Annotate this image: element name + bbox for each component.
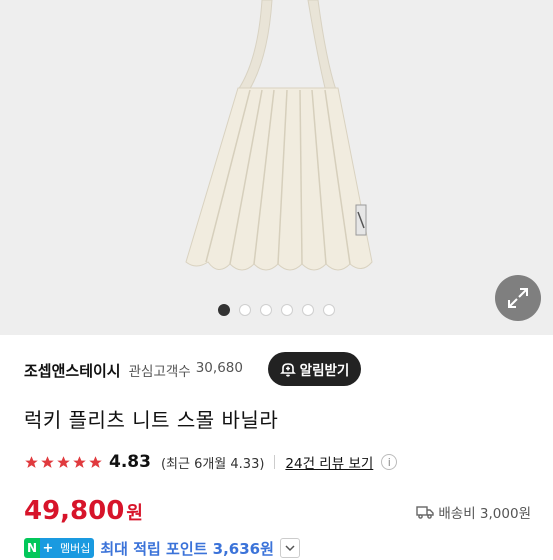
watch-number: 30,680	[195, 360, 243, 376]
gallery-dot[interactable]	[302, 304, 314, 316]
bell-plus-icon	[279, 363, 296, 377]
star-icon	[25, 455, 38, 468]
expand-icon	[508, 288, 528, 308]
membership-label: 멤버십	[56, 538, 95, 558]
gallery-dot[interactable]	[260, 304, 272, 316]
expand-image-button[interactable]	[495, 275, 541, 321]
rating-stars	[24, 455, 103, 470]
star-icon	[41, 455, 54, 468]
star-icon	[57, 455, 70, 468]
product-price: 49,800 원	[24, 496, 143, 526]
product-image	[185, 0, 373, 271]
product-title: 럭키 플리츠 니트 스몰 바닐라	[24, 408, 279, 432]
max-points: 최대 적립 포인트 3,636원	[100, 539, 274, 558]
membership-row: N + 멤버십 최대 적립 포인트 3,636원	[24, 536, 300, 560]
naver-n-logo: N	[24, 538, 40, 558]
plus-icon: +	[40, 538, 56, 558]
gallery-pagination	[0, 304, 553, 316]
chevron-down-icon	[285, 545, 295, 552]
delivery-label: 배송비 3,000원	[438, 506, 531, 522]
review-link[interactable]: 24건 리뷰 보기	[285, 452, 373, 472]
price-value: 49,800	[24, 496, 125, 526]
product-image-gallery[interactable]	[0, 0, 553, 335]
alarm-button[interactable]: 알림받기	[268, 352, 361, 386]
truck-icon	[416, 506, 435, 519]
watch-count: 관심고객수 30,680	[129, 360, 243, 380]
gallery-dot[interactable]	[281, 304, 293, 316]
naver-plus-membership-badge: N + 멤버십	[24, 538, 95, 558]
gallery-dot[interactable]	[239, 304, 251, 316]
rating-row: 4.83 (최근 6개월 4.33) 24건 리뷰 보기 i	[24, 450, 398, 474]
divider	[274, 455, 276, 469]
star-icon	[89, 455, 102, 468]
gallery-dot[interactable]	[323, 304, 335, 316]
info-icon[interactable]: i	[381, 454, 398, 470]
star-icon	[73, 455, 86, 468]
gallery-dot[interactable]	[218, 304, 230, 316]
recent-rating: (최근 6개월 4.33)	[160, 456, 265, 472]
points-expand-button[interactable]	[279, 538, 300, 558]
price-unit: 원	[126, 503, 143, 524]
alarm-button-label: 알림받기	[299, 363, 350, 379]
rating-score: 4.83	[109, 452, 151, 472]
store-name[interactable]: 조셉앤스테이시	[24, 360, 121, 381]
delivery-fee: 배송비 3,000원	[416, 502, 531, 522]
watch-label: 관심고객수	[128, 364, 191, 380]
seller-row: 조셉앤스테이시 관심고객수 30,680 알림받기	[24, 352, 534, 388]
